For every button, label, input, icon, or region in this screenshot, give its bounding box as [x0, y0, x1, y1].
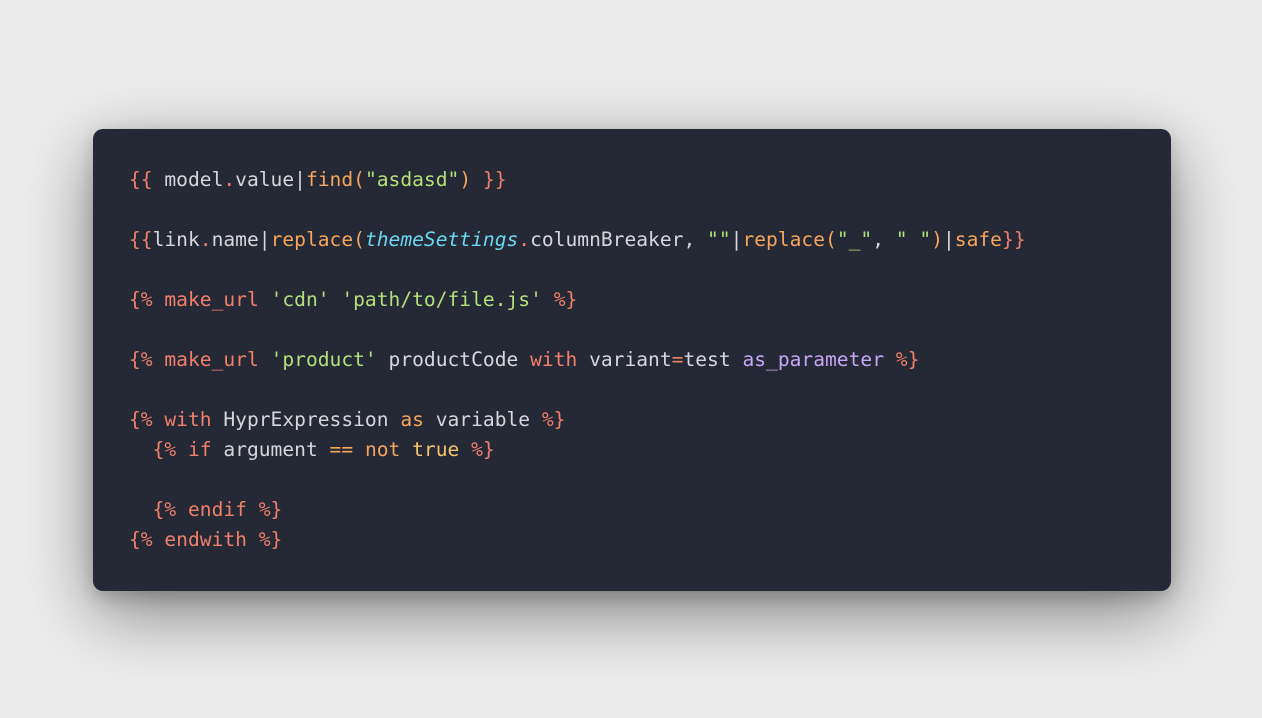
code-token: 'path/to/file.js': [341, 288, 542, 311]
code-token: as_parameter: [742, 348, 884, 371]
code-token: 'product': [270, 348, 377, 371]
code-token: |: [258, 228, 271, 251]
code-token: with: [530, 348, 578, 371]
code-token: replace(: [742, 228, 837, 251]
code-token: .: [223, 168, 236, 191]
code-line: {% make_url 'product' productCode with v…: [129, 345, 1171, 375]
code-token: as: [400, 408, 424, 431]
code-token: " ": [895, 228, 932, 251]
code-line: {{link.name|replace(themeSettings.column…: [129, 225, 1171, 255]
code-token: find(: [305, 168, 365, 191]
code-token: .: [518, 228, 531, 251]
code-token: link: [152, 228, 200, 251]
code-token: not: [364, 438, 401, 461]
code-token: {%: [129, 348, 165, 371]
code-token: if: [187, 438, 212, 461]
code-token: name: [211, 228, 259, 251]
code-token: "_": [836, 228, 873, 251]
code-token: endwith: [164, 528, 247, 551]
code-token: make_url: [164, 348, 259, 371]
code-token: {%: [152, 438, 188, 461]
code-token: %}: [541, 408, 566, 431]
code-token: "": [707, 228, 731, 251]
code-token: columnBreaker: [530, 228, 684, 251]
code-token: {%: [129, 408, 165, 431]
code-token: argument: [211, 438, 330, 461]
code-token: %}: [471, 438, 495, 461]
code-token: ==: [329, 438, 354, 461]
code-token: true: [412, 438, 460, 461]
code-token: ,: [872, 228, 896, 251]
code-token: {%: [129, 288, 165, 311]
code-block: {{ model.value|find("asdasd") }} {{link.…: [129, 165, 1171, 555]
code-token: =: [671, 348, 684, 371]
code-token: |: [942, 228, 955, 251]
code-token: {{: [129, 168, 165, 191]
code-token: %}: [895, 348, 920, 371]
code-line: {{ model.value|find("asdasd") }}: [129, 165, 1171, 195]
code-token: %}: [553, 288, 578, 311]
code-token: model: [164, 168, 224, 191]
code-line: {% endif %}: [129, 495, 1171, 525]
code-token: endif: [187, 498, 247, 521]
code-token: .: [199, 228, 212, 251]
code-token: }}: [482, 168, 507, 191]
code-token: themeSettings: [364, 228, 519, 251]
code-token: safe: [954, 228, 1002, 251]
code-token: |: [294, 168, 306, 191]
code-line: {% if argument == not true %}: [129, 435, 1171, 465]
code-token: replace(: [270, 228, 365, 251]
code-token: variable: [423, 408, 542, 431]
code-token: make_url: [164, 288, 259, 311]
code-token: ): [459, 168, 483, 191]
code-token: 'cdn': [270, 288, 330, 311]
code-line: {% endwith %}: [129, 525, 1171, 555]
code-token: with: [164, 408, 212, 431]
code-snippet-card: {{ model.value|find("asdasd") }} {{link.…: [93, 129, 1171, 591]
code-token: ,: [683, 228, 708, 251]
code-token: test: [683, 348, 743, 371]
code-token: value: [235, 168, 295, 191]
code-line: {% with HyprExpression as variable %}: [129, 405, 1171, 435]
code-token: {%: [129, 528, 165, 551]
code-token: "asdasd": [364, 168, 460, 191]
code-token: }}: [1001, 228, 1026, 251]
code-token: variant: [577, 348, 672, 371]
code-token: %}: [258, 498, 283, 521]
code-token: {{: [129, 228, 153, 251]
code-token: ): [931, 228, 943, 251]
code-token: HyprExpression: [211, 408, 401, 431]
code-token: {%: [152, 498, 188, 521]
code-token: %}: [258, 528, 283, 551]
code-line: {% make_url 'cdn' 'path/to/file.js' %}: [129, 285, 1171, 315]
code-token: productCode: [376, 348, 531, 371]
code-token: |: [730, 228, 743, 251]
